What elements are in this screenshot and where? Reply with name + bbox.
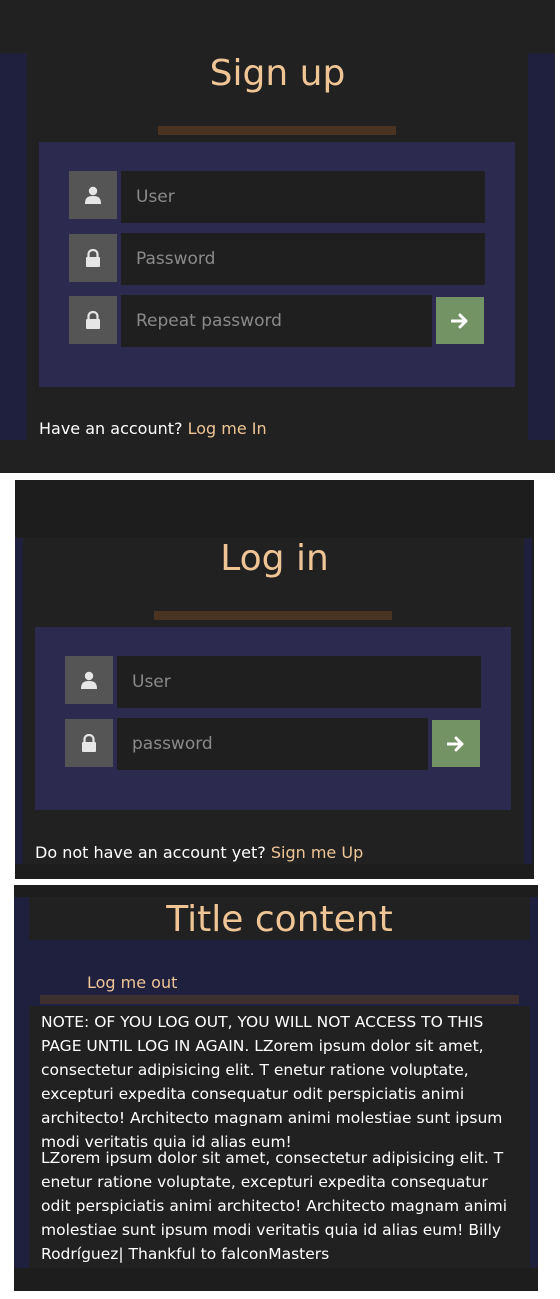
login-left-strip	[15, 538, 23, 864]
arrow-right-icon	[447, 736, 464, 751]
login-title: Log in	[220, 538, 329, 579]
signup-link[interactable]: Sign me Up	[271, 843, 363, 862]
content-divider	[40, 995, 519, 1004]
login-title-underline	[154, 611, 392, 620]
signup-repeat-password-input[interactable]: Repeat password	[121, 295, 432, 347]
login-link[interactable]: Log me In	[188, 419, 267, 438]
login-password-icon-box	[65, 719, 113, 767]
user-icon	[85, 186, 101, 204]
arrow-right-icon	[451, 313, 468, 328]
signup-submit-button[interactable]	[436, 297, 484, 344]
signup-user-icon-box	[69, 171, 117, 219]
signup-title: Sign up	[209, 53, 346, 94]
signup-title-underline	[158, 126, 396, 135]
signup-user-input[interactable]: User	[121, 171, 485, 223]
user-icon	[81, 671, 97, 689]
login-footer-text: Do not have an account yet?	[35, 843, 266, 862]
signup-password-input[interactable]: Password	[121, 233, 485, 285]
lock-icon	[86, 249, 100, 267]
signup-footer-text: Have an account?	[39, 419, 183, 438]
signup-footer: Have an account? Log me In	[39, 419, 267, 438]
login-user-icon-box	[65, 656, 113, 704]
lock-icon	[86, 311, 100, 329]
login-submit-button[interactable]	[432, 720, 480, 767]
signup-password-icon-box	[69, 234, 117, 282]
signup-right-strip	[528, 53, 555, 440]
login-footer: Do not have an account yet? Sign me Up	[35, 843, 363, 862]
content-paragraph-1: NOTE: OF YOU LOG OUT, YOU WILL NOT ACCES…	[41, 1013, 503, 1151]
login-right-strip	[524, 538, 532, 864]
logout-link[interactable]: Log me out	[87, 973, 177, 992]
content-title: Title content	[166, 899, 393, 940]
login-password-input[interactable]: password	[117, 718, 428, 770]
lock-icon	[82, 734, 96, 752]
content-paragraph-2: LZorem ipsum dolor sit amet, consectetur…	[41, 1149, 508, 1263]
login-user-input[interactable]: User	[117, 656, 481, 708]
signup-repeat-icon-box	[69, 296, 117, 344]
signup-left-strip	[0, 53, 27, 440]
